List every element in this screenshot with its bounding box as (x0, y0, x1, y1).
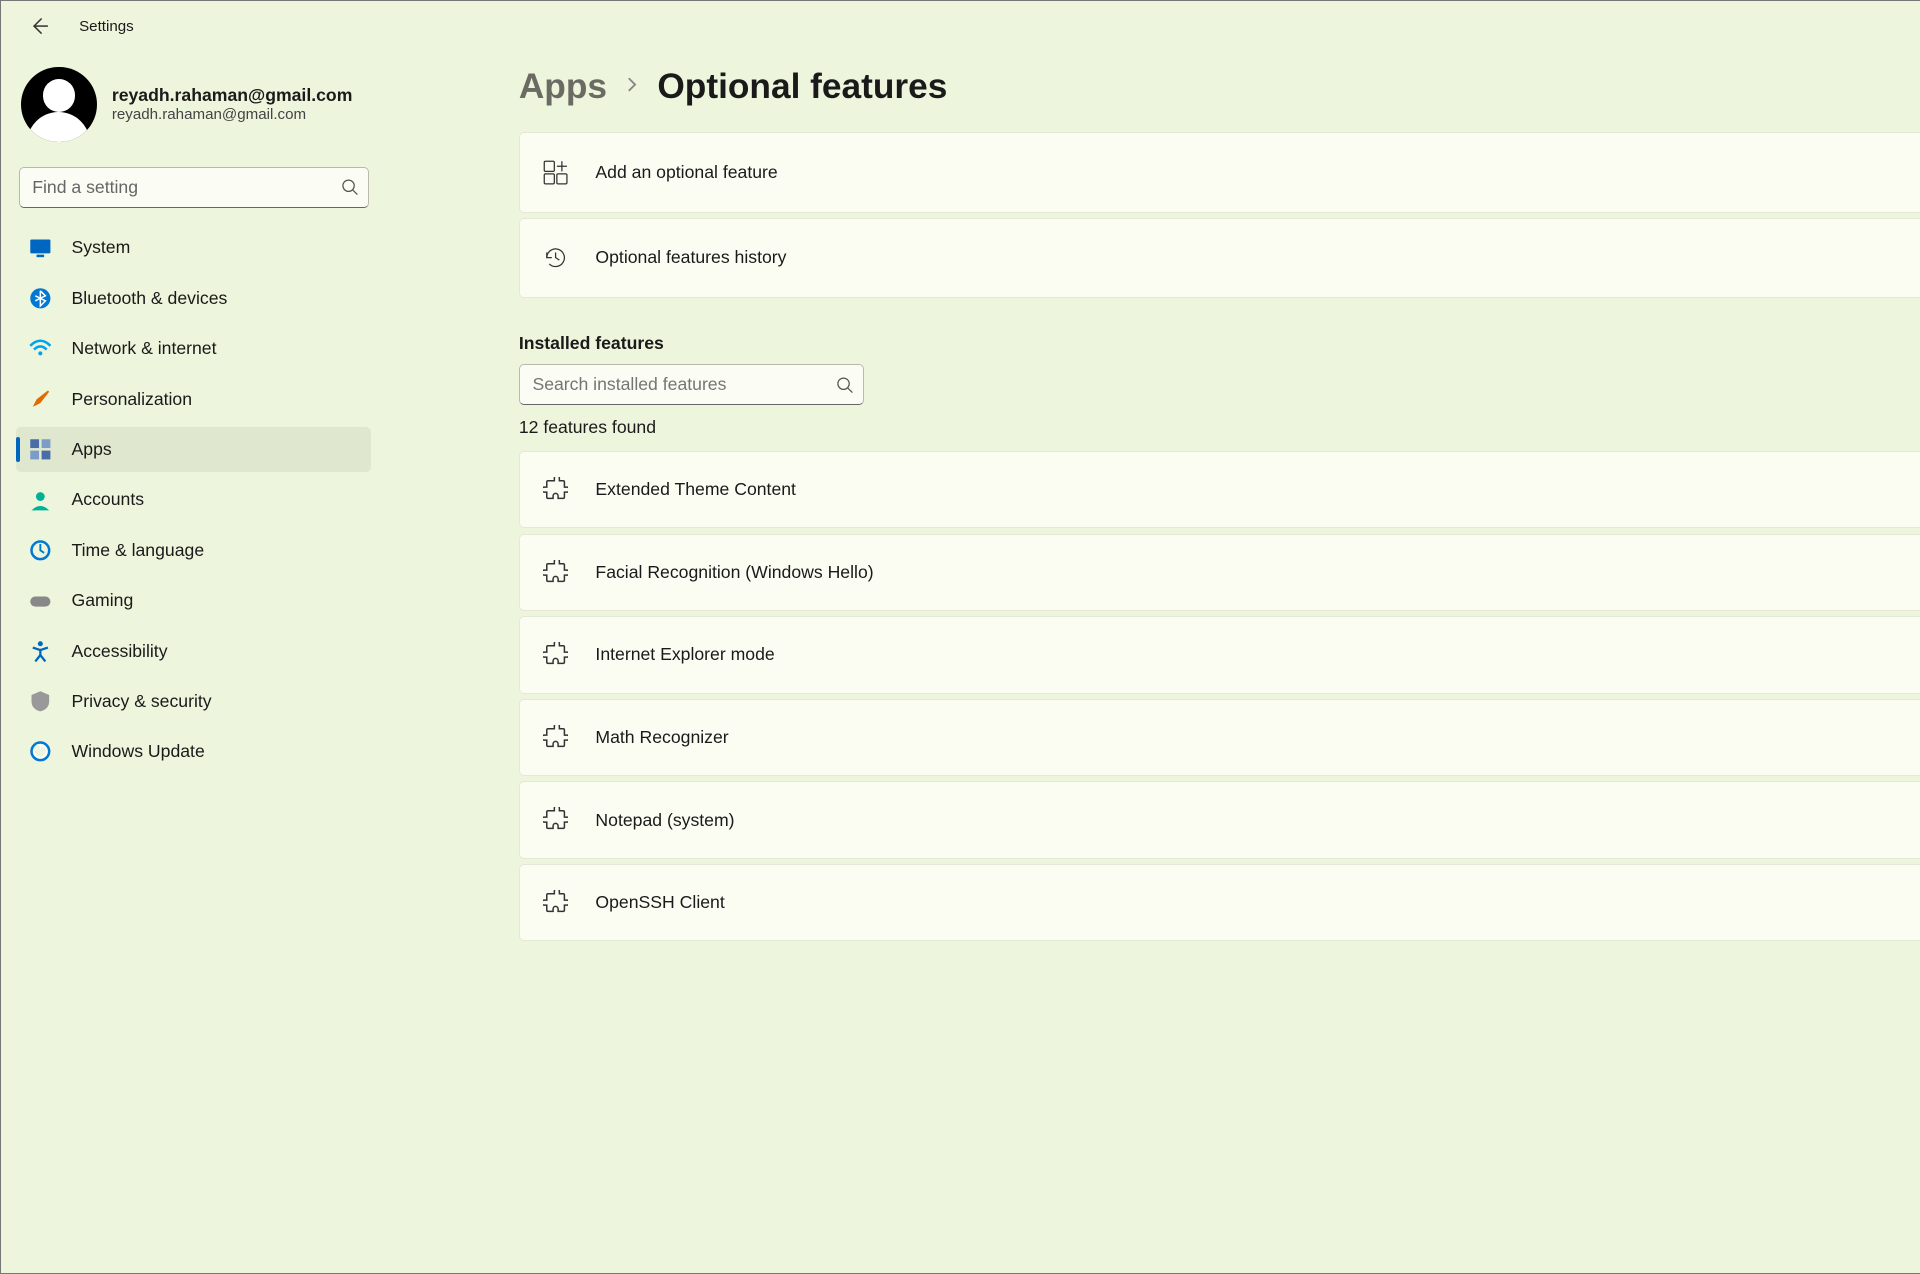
feature-row[interactable]: Notepad (system)365 KB (519, 781, 1920, 859)
bluetooth-icon (29, 287, 52, 310)
sidebar-item-label: Apps (72, 439, 112, 460)
puzzle-icon (543, 890, 568, 915)
breadcrumb-parent[interactable]: Apps (519, 67, 607, 107)
puzzle-icon (543, 642, 568, 667)
sidebar-item-label: Personalization (72, 389, 193, 410)
back-button[interactable] (26, 14, 51, 39)
feature-count: 12 features found (519, 417, 1920, 438)
feature-row[interactable]: OpenSSH Client5.55 MB (519, 864, 1920, 942)
feature-name: Internet Explorer mode (595, 644, 1920, 665)
sidebar: reyadh.rahaman@gmail.com reyadh.rahaman@… (1, 51, 387, 1272)
add-feature-text: Add an optional feature (595, 162, 1920, 183)
feature-search-input[interactable] (519, 364, 864, 404)
monitor-icon (29, 237, 52, 260)
history-text: Optional features history (595, 247, 1920, 268)
titlebar: Settings (1, 1, 1920, 51)
sidebar-item-label: Accounts (72, 489, 145, 510)
puzzle-icon (543, 807, 568, 832)
avatar (21, 67, 97, 143)
sidebar-item-apps[interactable]: Apps (16, 427, 371, 472)
breadcrumb-current: Optional features (657, 67, 947, 107)
sidebar-item-label: Time & language (72, 540, 205, 561)
sidebar-item-windows-update[interactable]: Windows Update (16, 729, 371, 774)
chevron-right-icon (625, 76, 640, 97)
person-icon (29, 489, 52, 512)
sidebar-item-label: Privacy & security (72, 691, 212, 712)
breadcrumb: Apps Optional features (519, 67, 1920, 107)
sidebar-item-bluetooth-devices[interactable]: Bluetooth & devices (16, 276, 371, 321)
feature-row[interactable]: Math Recognizer15.3 MB (519, 699, 1920, 777)
puzzle-icon (543, 477, 568, 502)
history-card: Optional features history See history (519, 218, 1920, 298)
profile-email: reyadh.rahaman@gmail.com (112, 106, 353, 123)
sidebar-item-personalization[interactable]: Personalization (16, 376, 371, 421)
filter-row: Sort by: Name (519, 364, 1920, 404)
sidebar-item-label: Network & internet (72, 338, 217, 359)
settings-search-input[interactable] (19, 167, 369, 207)
settings-search-wrap (19, 167, 369, 207)
feature-name: Math Recognizer (595, 727, 1920, 748)
sidebar-item-label: Windows Update (72, 741, 205, 762)
installed-title: Installed features (519, 333, 1920, 354)
feature-row[interactable]: Internet Explorer mode1.64 MB (519, 616, 1920, 694)
gamepad-icon (29, 589, 52, 612)
feature-search-wrap (519, 364, 864, 404)
update-icon (29, 740, 52, 763)
shield-icon (29, 690, 52, 713)
feature-row[interactable]: Facial Recognition (Windows Hello)78.7 M… (519, 534, 1920, 612)
nav: System Bluetooth & devices Network & inter… (16, 225, 371, 774)
puzzle-icon (543, 725, 568, 750)
globe-clock-icon (29, 539, 52, 562)
feature-name: Facial Recognition (Windows Hello) (595, 562, 1920, 583)
window-title: Settings (79, 18, 134, 35)
profile-block[interactable]: reyadh.rahaman@gmail.com reyadh.rahaman@… (16, 61, 371, 162)
feature-row[interactable]: Extended Theme Content22.6 KB (519, 451, 1920, 529)
sidebar-item-time-language[interactable]: Time & language (16, 528, 371, 573)
puzzle-icon (543, 560, 568, 585)
sidebar-item-label: System (72, 237, 131, 258)
sidebar-item-network-internet[interactable]: Network & internet (16, 326, 371, 371)
accessibility-icon (29, 640, 52, 663)
sidebar-item-label: Gaming (72, 590, 134, 611)
paintbrush-icon (29, 388, 52, 411)
sidebar-item-accessibility[interactable]: Accessibility (16, 628, 371, 673)
sidebar-item-privacy-security[interactable]: Privacy & security (16, 679, 371, 724)
add-grid-icon (543, 160, 568, 185)
search-icon[interactable] (836, 376, 854, 394)
wifi-icon (29, 337, 52, 360)
sidebar-item-gaming[interactable]: Gaming (16, 578, 371, 623)
apps-icon (29, 438, 52, 461)
feature-name: Extended Theme Content (595, 479, 1920, 500)
profile-name: reyadh.rahaman@gmail.com (112, 85, 353, 106)
feature-list: Extended Theme Content22.6 KBFacial Reco… (519, 451, 1920, 942)
sidebar-item-label: Accessibility (72, 641, 168, 662)
sidebar-item-label: Bluetooth & devices (72, 288, 228, 309)
feature-name: Notepad (system) (595, 810, 1920, 831)
search-icon[interactable] (341, 179, 359, 197)
sidebar-item-system[interactable]: System (16, 225, 371, 270)
history-icon (543, 245, 568, 270)
feature-name: OpenSSH Client (595, 892, 1920, 913)
add-feature-card: Add an optional feature View features (519, 132, 1920, 213)
sidebar-item-accounts[interactable]: Accounts (16, 477, 371, 522)
main-content: Apps Optional features Add an optional f… (387, 51, 1920, 1272)
